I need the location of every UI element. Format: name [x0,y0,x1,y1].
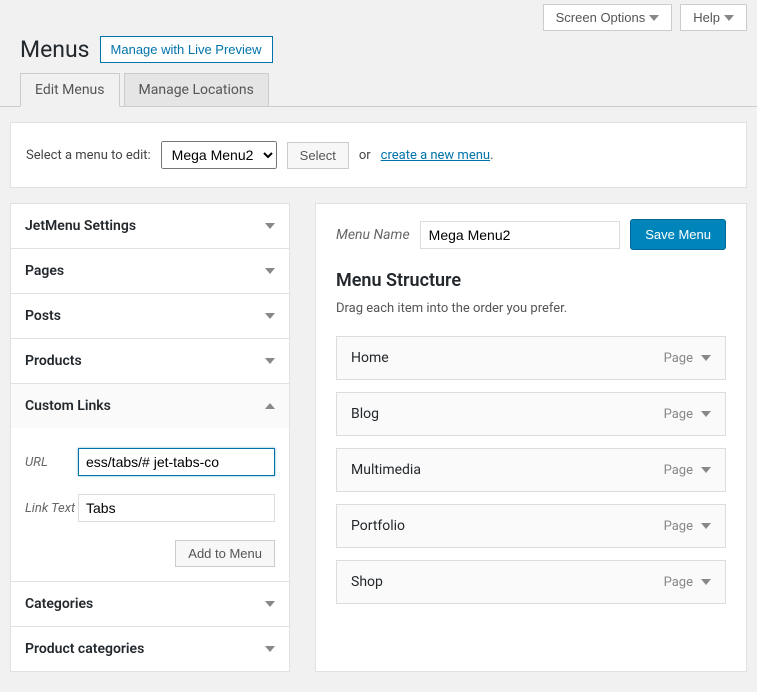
select-menu-label: Select a menu to edit: [26,148,151,163]
add-to-menu-button[interactable]: Add to Menu [175,540,275,567]
url-input[interactable] [78,448,275,476]
menu-item-type: Page [664,519,711,534]
menu-item-label: Portfolio [351,518,405,534]
menu-select-row: Select a menu to edit: Mega Menu2 Select… [10,122,747,188]
url-label: URL [25,455,78,470]
page-title: Menus [20,36,90,63]
menu-item-label: Home [351,350,389,366]
menu-item[interactable]: Blog Page [336,392,726,436]
link-text-input[interactable] [78,494,275,522]
screen-options-label: Screen Options [556,10,646,25]
menu-item-label: Multimedia [351,462,421,478]
help-button[interactable]: Help [680,4,747,31]
select-button[interactable]: Select [287,142,349,169]
chevron-down-icon [649,15,659,21]
menu-item[interactable]: Multimedia Page [336,448,726,492]
accordion-pages[interactable]: Pages [11,249,289,293]
create-new-menu-link[interactable]: create a new menu [381,148,490,163]
chevron-up-icon [265,403,275,409]
save-menu-button[interactable]: Save Menu [630,219,726,250]
accordion-label: Product categories [25,641,144,657]
menu-item[interactable]: Home Page [336,336,726,380]
menu-item-type: Page [664,407,711,422]
menu-name-label: Menu Name [336,227,410,243]
menu-select[interactable]: Mega Menu2 [161,141,277,169]
menu-item-type: Page [664,575,711,590]
live-preview-button[interactable]: Manage with Live Preview [100,36,273,63]
chevron-down-icon [265,646,275,652]
accordion-label: Pages [25,263,64,279]
custom-links-body: URL Link Text Add to Menu [11,428,289,581]
accordion-products[interactable]: Products [11,339,289,383]
accordion-product-categories[interactable]: Product categories [11,627,289,671]
chevron-down-icon [265,268,275,274]
accordion-label: Custom Links [25,398,111,414]
menu-item-label: Shop [351,574,383,590]
menu-item[interactable]: Portfolio Page [336,504,726,548]
chevron-down-icon [265,313,275,319]
screen-options-button[interactable]: Screen Options [543,4,673,31]
period: . [490,148,493,163]
tab-manage-locations[interactable]: Manage Locations [124,73,269,106]
menu-item[interactable]: Shop Page [336,560,726,604]
chevron-down-icon[interactable] [701,523,711,529]
accordion-label: Posts [25,308,61,324]
accordion-categories[interactable]: Categories [11,582,289,626]
accordion-posts[interactable]: Posts [11,294,289,338]
chevron-down-icon[interactable] [701,355,711,361]
menu-item-type: Page [664,463,711,478]
chevron-down-icon [265,358,275,364]
chevron-down-icon [265,223,275,229]
link-text-label: Link Text [25,501,78,516]
accordion-label: Categories [25,596,93,612]
menu-structure-desc: Drag each item into the order you prefer… [336,301,726,316]
accordion-label: JetMenu Settings [25,218,136,234]
menu-item-type: Page [664,351,711,366]
chevron-down-icon[interactable] [701,579,711,585]
menu-name-input[interactable] [420,221,621,249]
accordion-custom-links[interactable]: Custom Links [11,384,289,428]
help-label: Help [693,10,720,25]
menu-structure-title: Menu Structure [336,270,726,291]
menu-item-label: Blog [351,406,379,422]
chevron-down-icon[interactable] [701,411,711,417]
accordion-jetmenu-settings[interactable]: JetMenu Settings [11,204,289,248]
or-text: or [359,148,371,163]
chevron-down-icon [265,601,275,607]
tab-edit-menus[interactable]: Edit Menus [20,73,120,107]
chevron-down-icon [724,15,734,21]
accordion-label: Products [25,353,82,369]
chevron-down-icon[interactable] [701,467,711,473]
